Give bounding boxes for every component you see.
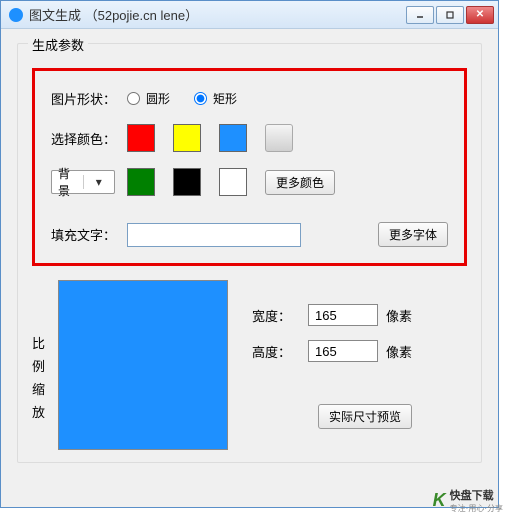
text-row: 填充文字： 更多字体 — [51, 222, 448, 247]
swatch-row-2: 更多颜色 — [127, 168, 335, 196]
watermark-logo: K 快盘下载 专注·用心·分享 — [433, 487, 503, 514]
shape-row: 图片形状： 圆形 矩形 — [51, 89, 448, 108]
fill-text-label: 填充文字： — [51, 225, 127, 244]
swatch-default[interactable] — [265, 124, 293, 152]
shape-rect-radio[interactable]: 矩形 — [194, 90, 237, 107]
window-controls: ✕ — [406, 6, 494, 24]
vlabel-char: 例 — [32, 356, 50, 375]
swatch-blue[interactable] — [219, 124, 247, 152]
close-button[interactable]: ✕ — [466, 6, 494, 24]
swatch-green[interactable] — [127, 168, 155, 196]
maximize-icon — [445, 10, 455, 20]
height-unit: 像素 — [386, 342, 412, 361]
swatch-white[interactable] — [219, 168, 247, 196]
app-window: 图文生成 （52pojie.cn lene） ✕ 生成参数 图片形状： 圆形 — [0, 0, 499, 508]
radio-rect-input[interactable] — [194, 92, 207, 105]
app-icon — [9, 8, 23, 22]
height-label: 高度： — [252, 342, 300, 361]
swatch-yellow[interactable] — [173, 124, 201, 152]
shape-circle-radio[interactable]: 圆形 — [127, 90, 170, 107]
width-row: 宽度： 像素 — [252, 304, 412, 326]
more-fonts-button[interactable]: 更多字体 — [378, 222, 448, 247]
color-label: 选择颜色： — [51, 129, 127, 148]
vlabel-char: 比 — [32, 333, 50, 352]
fill-text-input[interactable] — [127, 223, 301, 247]
logo-icon: K — [433, 490, 446, 511]
minimize-icon — [415, 10, 425, 20]
color-row-1: 选择颜色： — [51, 124, 448, 152]
preview-canvas — [58, 280, 228, 450]
highlighted-params-area: 图片形状： 圆形 矩形 选择颜色： — [32, 68, 467, 266]
radio-circle-label: 圆形 — [146, 90, 170, 107]
titlebar: 图文生成 （52pojie.cn lene） ✕ — [1, 1, 498, 29]
actual-size-preview-button[interactable]: 实际尺寸预览 — [318, 404, 412, 429]
logo-brand: 快盘下载 — [450, 487, 503, 503]
bg-combo-label: 背景 — [52, 165, 83, 199]
chevron-down-icon: ▾ — [83, 175, 115, 189]
vlabel-char: 缩 — [32, 379, 50, 398]
scale-vertical-label: 比 例 缩 放 — [32, 304, 50, 450]
height-input[interactable] — [308, 340, 378, 362]
swatch-row-1 — [127, 124, 293, 152]
minimize-button[interactable] — [406, 6, 434, 24]
swatch-red[interactable] — [127, 124, 155, 152]
close-icon: ✕ — [476, 9, 484, 20]
maximize-button[interactable] — [436, 6, 464, 24]
vlabel-char: 放 — [32, 402, 50, 421]
radio-rect-label: 矩形 — [213, 90, 237, 107]
width-unit: 像素 — [386, 306, 412, 325]
more-colors-button[interactable]: 更多颜色 — [265, 170, 335, 195]
logo-subtitle: 专注·用心·分享 — [450, 503, 503, 514]
height-row: 高度： 像素 — [252, 340, 412, 362]
color-row-2: 背景 ▾ 更多颜色 — [51, 168, 448, 196]
bg-combo[interactable]: 背景 ▾ — [51, 170, 115, 194]
width-input[interactable] — [308, 304, 378, 326]
swatch-black[interactable] — [173, 168, 201, 196]
shape-label: 图片形状： — [51, 89, 127, 108]
size-area: 宽度： 像素 高度： 像素 实际尺寸预览 — [252, 280, 412, 450]
client-area: 生成参数 图片形状： 圆形 矩形 选择颜色： — [1, 29, 498, 473]
window-title: 图文生成 （52pojie.cn lene） — [29, 5, 406, 24]
width-label: 宽度： — [252, 306, 300, 325]
bottom-area: 比 例 缩 放 宽度： 像素 高度： 像素 — [30, 280, 469, 450]
radio-circle-input[interactable] — [127, 92, 140, 105]
groupbox-title: 生成参数 — [28, 35, 88, 54]
params-groupbox: 生成参数 图片形状： 圆形 矩形 选择颜色： — [17, 43, 482, 463]
